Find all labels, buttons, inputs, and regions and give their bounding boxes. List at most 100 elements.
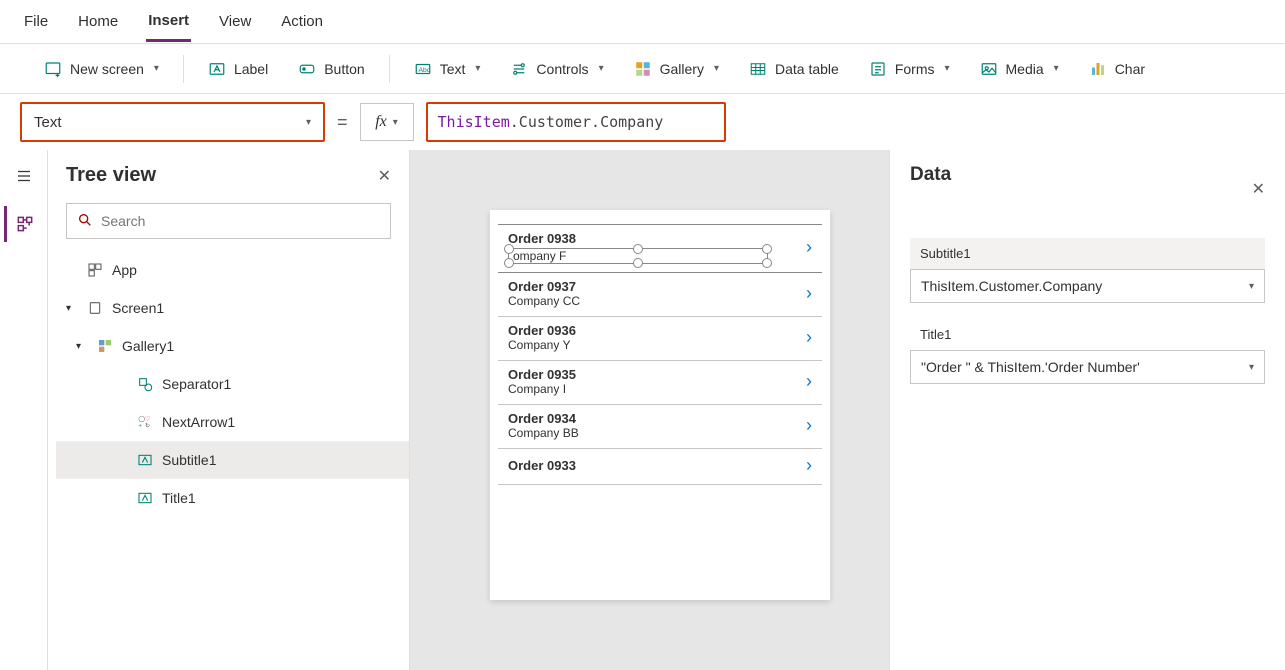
- chevron-right-icon[interactable]: ›: [806, 237, 812, 258]
- tree-node-label: NextArrow1: [162, 414, 235, 430]
- gallery-dropdown[interactable]: Gallery ▾: [624, 44, 729, 94]
- gallery-row-title: Order 0933: [508, 458, 576, 473]
- screen-icon: [86, 299, 104, 317]
- chevron-down-icon: ▾: [1054, 63, 1059, 74]
- gallery-row[interactable]: Order 0938ompany F›: [498, 224, 822, 273]
- gallery-row-title: Order 0935: [508, 367, 576, 382]
- ribbon: New screen ▾ Label Button Abc Text ▾ Con…: [0, 44, 1285, 94]
- data-table-label: Data table: [775, 61, 839, 77]
- fx-label: fx: [375, 113, 387, 131]
- tree-node-separator[interactable]: Separator1: [56, 365, 409, 403]
- tree-node-title1[interactable]: Title1: [56, 479, 409, 517]
- svg-text:+: +: [138, 423, 142, 429]
- menu-file[interactable]: File: [22, 3, 50, 40]
- tree-list: App ▾ Screen1 ▾ Gallery1 Separator1 ◯♡+↻…: [48, 251, 409, 517]
- new-screen-label: New screen: [70, 61, 144, 77]
- fx-button[interactable]: fx ▾: [360, 103, 414, 141]
- rail-hamburger[interactable]: [4, 158, 44, 194]
- gallery-icon: [634, 60, 652, 78]
- tree-search-input[interactable]: [101, 213, 380, 229]
- text-dropdown-label: Text: [440, 61, 466, 77]
- separator-icon: [136, 375, 154, 393]
- controls-icon: [510, 60, 528, 78]
- label-button-text: Label: [234, 61, 268, 77]
- data-field-label: Title1: [910, 319, 1265, 350]
- chevron-right-icon[interactable]: ›: [806, 327, 812, 348]
- data-field-selector[interactable]: ThisItem.Customer.Company ▾: [910, 269, 1265, 303]
- chevron-right-icon[interactable]: ›: [806, 415, 812, 436]
- tree-node-label: Gallery1: [122, 338, 174, 354]
- formula-input-area[interactable]: ThisItem.Customer.Company: [426, 102, 1265, 142]
- data-field-selector[interactable]: "Order " & ThisItem.'Order Number' ▾: [910, 350, 1265, 384]
- tree-view-title: Tree view: [66, 164, 156, 187]
- rail-tree-view[interactable]: [4, 206, 44, 242]
- selected-subtitle-control[interactable]: ompany F: [508, 248, 768, 264]
- label-icon: [136, 489, 154, 507]
- label-icon: [208, 60, 226, 78]
- menu-insert[interactable]: Insert: [146, 2, 191, 42]
- data-table-button[interactable]: Data table: [739, 44, 849, 94]
- chart-dropdown[interactable]: Char: [1079, 44, 1155, 94]
- separator: [183, 55, 184, 83]
- gallery-row[interactable]: Order 0935Company I ›: [498, 361, 822, 405]
- gallery-row[interactable]: Order 0934Company BB›: [498, 405, 822, 449]
- gallery-row[interactable]: Order 0937Company CC›: [498, 273, 822, 317]
- controls-dropdown[interactable]: Controls ▾: [500, 44, 613, 94]
- label-button[interactable]: Label: [198, 44, 278, 94]
- chevron-down-icon: ▾: [475, 63, 480, 74]
- chevron-down-icon: ▾: [306, 117, 311, 128]
- search-icon: [77, 212, 93, 231]
- canvas[interactable]: Order 0938ompany F›Order 0937Company CC›…: [410, 150, 890, 670]
- menu-action[interactable]: Action: [279, 3, 325, 40]
- svg-text:◯: ◯: [138, 416, 145, 423]
- gallery-preview[interactable]: Order 0938ompany F›Order 0937Company CC›…: [490, 210, 830, 600]
- text-dropdown[interactable]: Abc Text ▾: [404, 44, 491, 94]
- chevron-right-icon[interactable]: ›: [806, 371, 812, 392]
- controls-dropdown-label: Controls: [536, 61, 588, 77]
- left-rail: [0, 150, 48, 670]
- main-area: Tree view ✕ App ▾ Screen1 ▾ Galle: [0, 150, 1285, 670]
- media-icon: [980, 60, 998, 78]
- gallery-icon: [96, 337, 114, 355]
- forms-icon: [869, 60, 887, 78]
- tree-node-nextarrow[interactable]: ◯♡+↻ NextArrow1: [56, 403, 409, 441]
- forms-dropdown[interactable]: Forms ▾: [859, 44, 960, 94]
- close-icon[interactable]: ✕: [1252, 179, 1265, 199]
- chevron-down-icon: ▾: [599, 63, 604, 74]
- tree-search[interactable]: [66, 203, 391, 239]
- new-screen-button[interactable]: New screen ▾: [34, 44, 169, 94]
- close-icon[interactable]: ✕: [378, 166, 391, 186]
- media-dropdown[interactable]: Media ▾: [970, 44, 1069, 94]
- chevron-right-icon[interactable]: ›: [806, 283, 812, 304]
- equals-sign: =: [337, 112, 348, 133]
- formula-highlight[interactable]: ThisItem.Customer.Company: [426, 102, 726, 142]
- tree-node-app[interactable]: App: [56, 251, 409, 289]
- chevron-down-icon: ▾: [944, 63, 949, 74]
- gallery-row[interactable]: Order 0936Company Y›: [498, 317, 822, 361]
- chevron-down-icon: ▾: [714, 63, 719, 74]
- gallery-row-title: Order 0936: [508, 323, 576, 338]
- tree-node-label: Separator1: [162, 376, 231, 392]
- tree-node-screen[interactable]: ▾ Screen1: [56, 289, 409, 327]
- data-table-icon: [749, 60, 767, 78]
- property-selector[interactable]: Text ▾: [20, 102, 325, 142]
- menu-home[interactable]: Home: [76, 3, 120, 40]
- button-button[interactable]: Button: [288, 44, 374, 94]
- text-icon: Abc: [414, 60, 432, 78]
- menu-view[interactable]: View: [217, 3, 253, 40]
- button-button-text: Button: [324, 61, 364, 77]
- gallery-row-subtitle: Company I: [508, 382, 576, 396]
- gallery-dropdown-label: Gallery: [660, 61, 704, 77]
- media-dropdown-label: Media: [1006, 61, 1044, 77]
- gallery-row-title: Order 0934: [508, 411, 579, 426]
- data-field-value: ThisItem.Customer.Company: [921, 278, 1102, 294]
- data-panel: Data ✕ Subtitle1 ThisItem.Customer.Compa…: [890, 150, 1285, 670]
- chevron-right-icon[interactable]: ›: [806, 455, 812, 476]
- data-field-value: "Order " & ThisItem.'Order Number': [921, 359, 1140, 375]
- tree-node-label: Screen1: [112, 300, 164, 316]
- gallery-row[interactable]: Order 0933 ›: [498, 449, 822, 485]
- tree-node-gallery[interactable]: ▾ Gallery1: [56, 327, 409, 365]
- tree-node-subtitle[interactable]: Subtitle1: [56, 441, 409, 479]
- chevron-down-icon: ▾: [1249, 281, 1254, 292]
- property-selector-value: Text: [34, 114, 62, 131]
